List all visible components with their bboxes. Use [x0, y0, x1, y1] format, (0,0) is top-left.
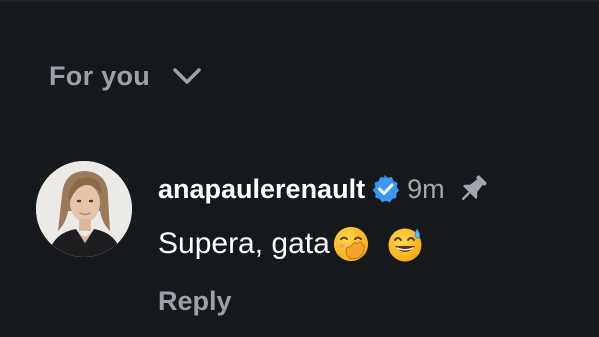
sort-label: For you — [49, 60, 151, 91]
grinning-face-with-sweat-emoji — [386, 225, 424, 263]
sort-dropdown[interactable]: For you — [49, 58, 202, 94]
verified-badge-icon — [371, 174, 401, 204]
comment-text: Supera, gata — [158, 227, 330, 260]
comment-time: 9m — [407, 173, 445, 204]
reply-button[interactable]: Reply — [158, 286, 232, 317]
chevron-down-icon — [172, 66, 202, 86]
comment-body: Supera, gata — [158, 225, 424, 263]
avatar[interactable] — [36, 161, 132, 257]
top-divider — [0, 0, 599, 2]
username-link[interactable]: anapaulerenault — [158, 174, 365, 205]
pin-icon[interactable] — [455, 171, 491, 207]
comment-header: anapaulerenault 9m — [158, 171, 491, 207]
face-with-hand-over-mouth-emoji — [332, 225, 370, 263]
